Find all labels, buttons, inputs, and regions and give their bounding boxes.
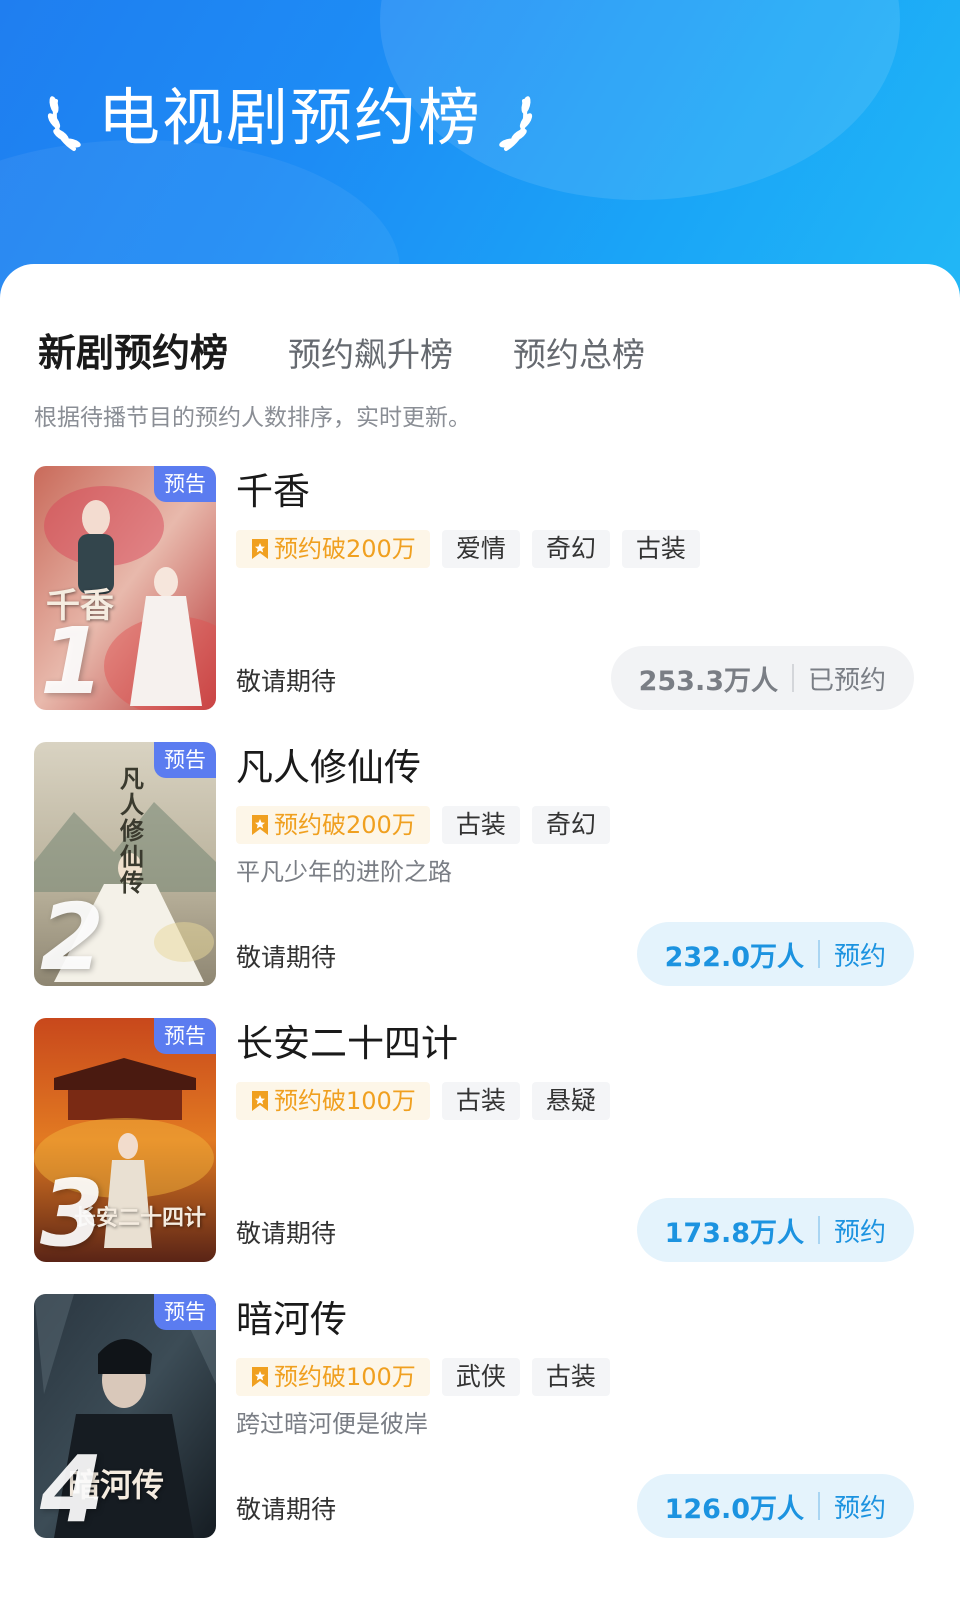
reserve-label: 已预约 <box>807 665 886 696</box>
bookmark-star-icon <box>252 539 268 559</box>
divider <box>817 1216 820 1244</box>
poster-script: 凡人修仙传 <box>120 764 144 897</box>
divider <box>817 940 820 968</box>
reserve-button[interactable]: 173.8万人 预约 <box>636 1198 914 1262</box>
rank-number: 4 <box>40 1436 105 1538</box>
preview-tag: 预告 <box>154 1294 216 1330</box>
tab-rising[interactable]: 预约飙升榜 <box>288 328 453 376</box>
reserve-button[interactable]: 126.0万人 预约 <box>636 1474 914 1538</box>
divider <box>817 1492 820 1520</box>
badge-label: 预约破100万 <box>274 1363 416 1391</box>
laurel-left-icon <box>47 96 81 151</box>
drama-description: 平凡少年的进阶之路 <box>236 858 452 886</box>
ranking-description: 根据待播节目的预约人数排序，实时更新。 <box>34 405 471 431</box>
list-item[interactable]: 千香 预告 1 千香 预约破200万 爱情 奇幻 古装 敬请期待 253.3万人… <box>34 466 914 710</box>
reserve-button[interactable]: 253.3万人 已预约 <box>610 646 914 710</box>
reservation-count: 232.0万人 <box>664 941 804 973</box>
reserve-label: 预约 <box>833 1493 886 1524</box>
genre-tag: 武侠 <box>441 1358 520 1396</box>
laurel-right-icon <box>499 96 533 151</box>
tag-row: 预约破100万 武侠 古装 <box>236 1358 610 1396</box>
page-title: 电视剧预约榜 <box>98 81 483 154</box>
genre-tag: 奇幻 <box>531 530 610 568</box>
poster-image[interactable]: 凡人修仙传 预告 2 <box>34 742 216 986</box>
preview-tag: 预告 <box>154 742 216 778</box>
poster-image[interactable]: 千香 预告 1 <box>34 466 216 710</box>
release-status: 敬请期待 <box>236 1495 337 1524</box>
genre-tag: 古装 <box>441 806 520 844</box>
reservation-milestone-badge: 预约破200万 <box>236 806 430 844</box>
page-title-group: 电视剧预约榜 <box>44 78 536 158</box>
list-item[interactable]: 长安二十四计 预告 3 长安二十四计 预约破100万 古装 悬疑 敬请期待 17… <box>34 1018 914 1262</box>
genre-tag: 爱情 <box>441 530 520 568</box>
reservation-count: 173.8万人 <box>664 1217 804 1249</box>
tag-row: 预约破100万 古装 悬疑 <box>236 1082 610 1120</box>
preview-tag: 预告 <box>154 466 216 502</box>
release-status: 敬请期待 <box>236 667 337 696</box>
bookmark-star-icon <box>252 1091 268 1111</box>
tab-new-drama[interactable]: 新剧预约榜 <box>38 322 228 377</box>
drama-description: 跨过暗河便是彼岸 <box>236 1410 428 1438</box>
reservation-milestone-badge: 预约破100万 <box>236 1358 430 1396</box>
bookmark-star-icon <box>252 815 268 835</box>
genre-tag: 古装 <box>531 1358 610 1396</box>
release-status: 敬请期待 <box>236 943 337 972</box>
rank-number: 3 <box>40 1160 105 1262</box>
divider <box>791 664 794 692</box>
tag-row: 预约破200万 爱情 奇幻 古装 <box>236 530 700 568</box>
poster-image[interactable]: 暗河传 预告 4 <box>34 1294 216 1538</box>
badge-label: 预约破200万 <box>274 811 416 839</box>
list-item[interactable]: 凡人修仙传 预告 2 凡人修仙传 预约破200万 古装 奇幻 平凡少年的进阶之路… <box>34 742 914 986</box>
rank-number: 2 <box>40 884 105 986</box>
badge-label: 预约破100万 <box>274 1087 416 1115</box>
tab-total[interactable]: 预约总榜 <box>513 328 645 376</box>
rank-number: 1 <box>40 608 105 710</box>
bookmark-star-icon <box>252 1367 268 1387</box>
preview-tag: 预告 <box>154 1018 216 1054</box>
ranking-card: 新剧预约榜 预约飙升榜 预约总榜 根据待播节目的预约人数排序，实时更新。 千香 … <box>0 264 960 1608</box>
genre-tag: 古装 <box>621 530 700 568</box>
tag-row: 预约破200万 古装 奇幻 <box>236 806 610 844</box>
reservation-milestone-badge: 预约破100万 <box>236 1082 430 1120</box>
release-status: 敬请期待 <box>236 1219 337 1248</box>
list-item[interactable]: 暗河传 预告 4 暗河传 预约破100万 武侠 古装 跨过暗河便是彼岸 敬请期待… <box>34 1294 914 1538</box>
genre-tag: 奇幻 <box>531 806 610 844</box>
reserve-label: 预约 <box>833 941 886 972</box>
genre-tag: 悬疑 <box>531 1082 610 1120</box>
drama-title[interactable]: 凡人修仙传 <box>236 744 421 792</box>
drama-title[interactable]: 千香 <box>236 468 310 516</box>
drama-title[interactable]: 暗河传 <box>236 1296 347 1344</box>
reservation-milestone-badge: 预约破200万 <box>236 530 430 568</box>
reservation-count: 126.0万人 <box>664 1493 804 1525</box>
badge-label: 预约破200万 <box>274 535 416 563</box>
reservation-count: 253.3万人 <box>638 665 778 697</box>
genre-tag: 古装 <box>441 1082 520 1120</box>
reserve-label: 预约 <box>833 1217 886 1248</box>
poster-image[interactable]: 长安二十四计 预告 3 <box>34 1018 216 1262</box>
reserve-button[interactable]: 232.0万人 预约 <box>636 922 914 986</box>
tab-bar: 新剧预约榜 预约飙升榜 预约总榜 <box>38 322 705 377</box>
drama-title[interactable]: 长安二十四计 <box>236 1020 458 1068</box>
